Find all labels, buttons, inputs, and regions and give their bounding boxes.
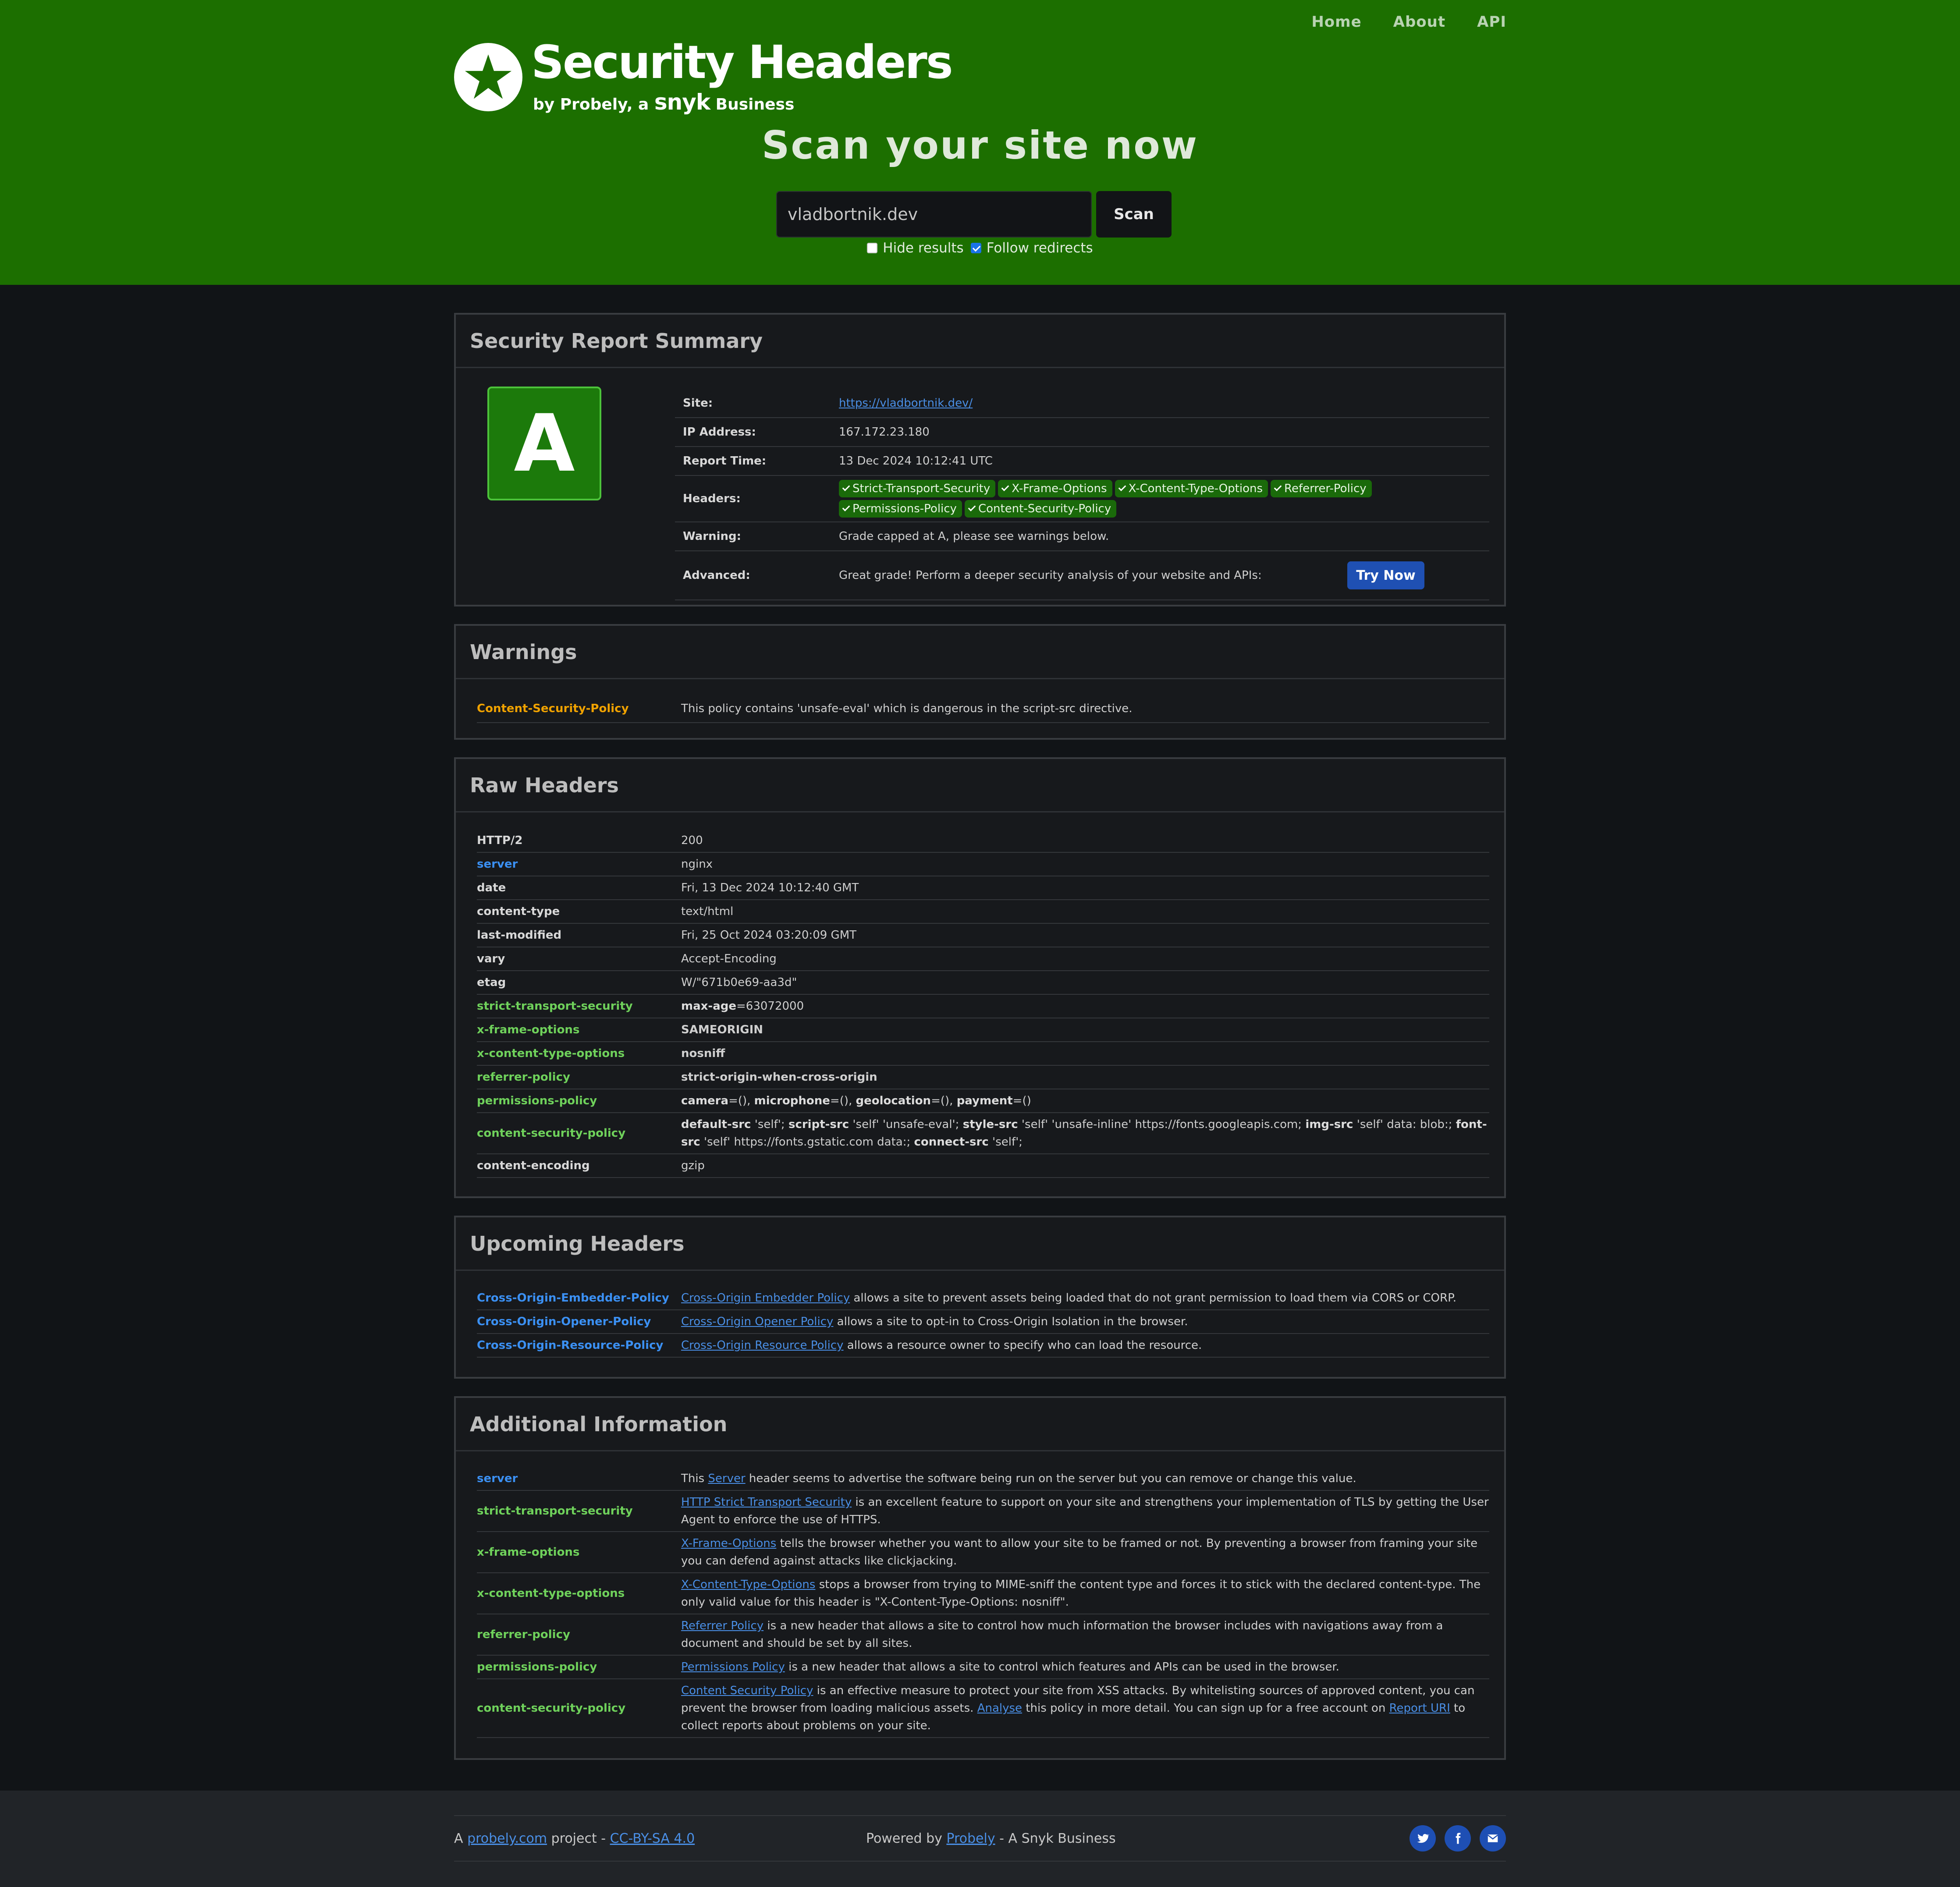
email-icon[interactable] [1480,1825,1506,1852]
footer-powered-by: Powered by Probely - A Snyk Business [866,1830,1116,1846]
table-row: x-frame-options SAMEORIGIN [477,1018,1489,1042]
check-icon [1274,483,1282,491]
table-row: server This Server header seems to adver… [477,1467,1489,1491]
table-row: vary Accept-Encoding [477,947,1489,971]
warnings-panel: Warnings Content-Security-Policy This po… [454,624,1506,740]
table-row: x-content-type-options X-Content-Type-Op… [477,1573,1489,1614]
warning-row: Content-Security-Policy This policy cont… [477,695,1489,723]
site-link[interactable]: https://vladbortnik.dev/ [839,397,973,410]
table-row: permissions-policy Permissions Policy is… [477,1656,1489,1679]
probely-com-link[interactable]: probely.com [467,1831,547,1846]
table-row: content-type text/html [477,900,1489,924]
site-footer: A probely.com project - CC-BY-SA 4.0 Pow… [0,1791,1960,1887]
table-row: last-modified Fri, 25 Oct 2024 03:20:09 G… [477,924,1489,947]
table-row: x-content-type-options nosniff [477,1042,1489,1066]
server-link[interactable]: Server [708,1472,745,1485]
url-input[interactable] [776,191,1092,238]
table-row: Cross-Origin-Resource-Policy Cross-Origi… [477,1334,1489,1358]
csp-link[interactable]: Content Security Policy [681,1684,813,1697]
table-row: etag W/"671b0e69-aa3d" [477,971,1489,995]
top-nav: Home About API [1311,13,1506,31]
nav-api-link[interactable]: API [1477,13,1506,31]
summary-panel: Security Report Summary A Site: https://… [454,313,1506,607]
table-row: referrer-policy strict-origin-when-cross-… [477,1066,1489,1089]
warnings-heading: Warnings [470,640,577,664]
warning-text: Grade capped at A, please see warnings b… [839,530,1109,543]
corp-link[interactable]: Cross-Origin Resource Policy [681,1339,844,1352]
logo[interactable]: Security Headers by Probely, a snyk Busi… [454,35,953,115]
table-row: server nginx [477,853,1489,876]
hsts-link[interactable]: HTTP Strict Transport Security [681,1496,852,1509]
table-row: date Fri, 13 Dec 2024 10:12:40 GMT [477,876,1489,900]
table-row: content-security-policy Content Security… [477,1679,1489,1738]
header-badges: Strict-Transport-Security X-Frame-Options… [839,476,1489,521]
xfo-link[interactable]: X-Frame-Options [681,1537,776,1550]
logo-subtitle: by Probely, a snyk Business [533,89,795,115]
analyse-link[interactable]: Analyse [977,1702,1022,1715]
summary-table: Site: https://vladbortnik.dev/ IP Addres… [675,389,1489,600]
nav-home-link[interactable]: Home [1311,13,1361,31]
check-icon [842,504,850,511]
advanced-text: Great grade! Perform a deeper security a… [839,569,1262,582]
star-logo-icon [454,43,522,111]
check-icon [1001,483,1009,491]
logo-title: Security Headers [531,35,953,89]
scan-options: Hide results Follow redirects [0,240,1960,256]
additional-info-panel: Additional Information server This Serve… [454,1396,1506,1760]
probely-link[interactable]: Probely [946,1831,995,1846]
upcoming-headers-heading: Upcoming Headers [470,1231,685,1256]
hide-results-option[interactable]: Hide results [867,240,964,256]
scan-button[interactable]: Scan [1096,191,1172,238]
social-links [1410,1825,1506,1852]
follow-redirects-checkbox[interactable] [970,243,981,253]
coep-link[interactable]: Cross-Origin Embedder Policy [681,1291,850,1305]
twitter-icon[interactable] [1410,1825,1436,1852]
table-row: strict-transport-security HTTP Strict Tr… [477,1491,1489,1532]
table-row: content-encoding gzip [477,1154,1489,1178]
permissions-policy-link[interactable]: Permissions Policy [681,1660,785,1674]
check-icon [968,504,976,511]
header-badge: Referrer-Policy [1271,480,1372,497]
table-row: Cross-Origin-Embedder-Policy Cross-Origi… [477,1287,1489,1310]
referrer-policy-link[interactable]: Referrer Policy [681,1619,763,1632]
summary-heading: Security Report Summary [470,329,763,353]
ip-address: 167.172.23.180 [839,426,930,439]
raw-headers-heading: Raw Headers [470,773,619,797]
report-uri-link[interactable]: Report URI [1389,1702,1450,1715]
table-row: permissions-policy camera=(), microphone=… [477,1089,1489,1113]
check-icon [1118,483,1126,491]
scan-form: Scan [776,191,1172,238]
upcoming-headers-panel: Upcoming Headers Cross-Origin-Embedder-P… [454,1216,1506,1379]
scan-title: Scan your site now [761,123,1199,168]
header-badge: Content-Security-Policy [964,500,1117,518]
table-row: referrer-policy Referrer Policy is a new… [477,1614,1489,1656]
raw-headers-table: HTTP/2 200 server nginx date Fri, 13 Dec 20… [477,829,1489,1178]
try-now-button[interactable]: Try Now [1347,561,1424,589]
grade-badge: A [487,387,601,500]
check-icon [842,483,850,491]
follow-redirects-option[interactable]: Follow redirects [970,240,1093,256]
header-badge: X-Frame-Options [998,480,1112,497]
hide-results-checkbox[interactable] [867,243,878,253]
table-row: Cross-Origin-Opener-Policy Cross-Origin … [477,1310,1489,1334]
table-row: x-frame-options X-Frame-Options tells th… [477,1532,1489,1573]
coop-link[interactable]: Cross-Origin Opener Policy [681,1315,833,1328]
site-header: Home About API Security Headers by Probe… [0,0,1960,285]
additional-info-heading: Additional Information [470,1412,728,1436]
license-link[interactable]: CC-BY-SA 4.0 [610,1831,695,1846]
table-row: strict-transport-security max-age=6307200… [477,995,1489,1018]
footer-credits: A probely.com project - CC-BY-SA 4.0 [454,1830,695,1846]
table-row: HTTP/2 200 [477,829,1489,853]
report-time: 13 Dec 2024 10:12:41 UTC [839,454,993,468]
header-badge: Permissions-Policy [839,500,962,518]
table-row: content-security-policy default-src 'self… [477,1113,1489,1154]
header-badge: X-Content-Type-Options [1115,480,1268,497]
header-badge: Strict-Transport-Security [839,480,996,497]
nav-about-link[interactable]: About [1393,13,1445,31]
facebook-icon[interactable] [1445,1825,1471,1852]
xcto-link[interactable]: X-Content-Type-Options [681,1578,815,1591]
raw-headers-panel: Raw Headers HTTP/2 200 server nginx date Fr… [454,757,1506,1198]
